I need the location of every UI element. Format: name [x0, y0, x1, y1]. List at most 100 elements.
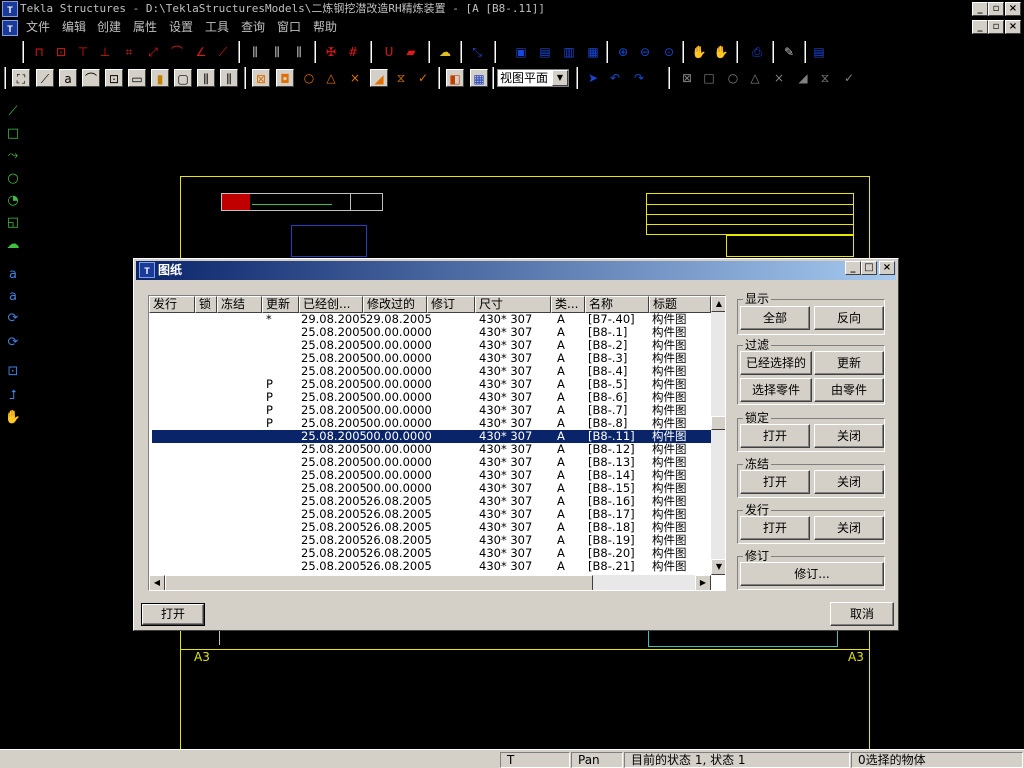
grey-snap-check-icon[interactable]: ✓	[840, 69, 858, 87]
doc-minimize-button[interactable]: _	[972, 20, 988, 34]
zoom-in-icon[interactable]: ⊕	[614, 43, 632, 61]
select-grid2-icon[interactable]: ⫼	[220, 69, 238, 87]
arc-tool-icon[interactable]: ⌒	[168, 43, 186, 61]
open-button[interactable]: 打开	[141, 603, 205, 626]
draw-cloud-icon[interactable]: ☁	[4, 236, 22, 254]
snap-hourglass-icon[interactable]: ⧖	[392, 69, 410, 87]
text-line-icon[interactable]: a	[4, 288, 22, 306]
snap-corner-icon[interactable]: ◢	[370, 69, 388, 87]
grey-snap-square-icon[interactable]: □	[700, 69, 718, 87]
lock-off-button[interactable]: 关闭	[814, 424, 884, 448]
dimension-v-icon[interactable]: ⊥	[96, 43, 114, 61]
line-tool-icon[interactable]: ⊓	[30, 43, 48, 61]
grid3-tool-icon[interactable]: ⫼	[290, 43, 308, 61]
zoom-out-icon[interactable]: ⊖	[636, 43, 654, 61]
display-all-button[interactable]: 全部	[740, 306, 810, 330]
dimension-h-icon[interactable]: ⊤	[74, 43, 92, 61]
draw-arc-icon[interactable]: ◔	[4, 192, 22, 210]
select-part-icon[interactable]: ▮	[151, 69, 169, 87]
view-plane-select[interactable]: 视图平面 ▼	[497, 69, 569, 87]
col-freeze[interactable]: 冻结	[217, 296, 262, 313]
minimize-button[interactable]: _	[972, 2, 988, 16]
table-row[interactable]: 25.08.2005 26.08.2005 430* 307 A [B8-.21] 构件图	[152, 560, 711, 573]
menu-properties[interactable]: 属性	[133, 18, 157, 37]
snap-point-icon[interactable]: ◘	[276, 69, 294, 87]
hand-tool-icon[interactable]: ✋	[4, 409, 22, 427]
scroll-down-arrow-icon[interactable]: ▼	[711, 559, 725, 575]
grid-tool-icon[interactable]: ⫼	[246, 43, 264, 61]
menu-tools[interactable]: 工具	[205, 18, 229, 37]
select-view-icon[interactable]: ▢	[174, 69, 192, 87]
polyline-tool-icon[interactable]: ⊡	[52, 43, 70, 61]
chevron-down-icon[interactable]: ▼	[552, 70, 568, 86]
snap-circle-icon[interactable]: ○	[300, 69, 318, 87]
redo-icon[interactable]: ↷	[630, 69, 648, 87]
pointer-icon[interactable]: ➤	[584, 69, 602, 87]
grey-snap-hourglass-icon[interactable]: ⧖	[816, 69, 834, 87]
grey-snap-cross-icon[interactable]: ⊠	[678, 69, 696, 87]
snap-cross-icon[interactable]: ⊠	[252, 69, 270, 87]
menu-help[interactable]: 帮助	[313, 18, 337, 37]
draw-line-icon[interactable]: ⟋	[4, 103, 22, 121]
snap-x-icon[interactable]: ×	[346, 69, 364, 87]
dialog-title-bar[interactable]: T 图纸	[136, 261, 896, 280]
freeze-on-button[interactable]: 打开	[740, 470, 810, 494]
col-created[interactable]: 已经创...	[299, 296, 363, 313]
pan2-icon[interactable]: ✋	[712, 43, 730, 61]
doc-close-button[interactable]: ×	[1005, 20, 1021, 34]
mark-grid-icon[interactable]: #	[344, 43, 362, 61]
drawing-table[interactable]: 发行 锁 冻结 更新 已经创... 修改过的 修订 尺寸 类... 名称 标题 …	[148, 295, 726, 591]
snap-triangle-icon[interactable]: △	[322, 69, 340, 87]
col-name[interactable]: 名称	[585, 296, 649, 313]
view-paste-icon[interactable]: ▥	[560, 43, 578, 61]
view-save-icon[interactable]: ▣	[512, 43, 530, 61]
revision-button[interactable]: 修订...	[740, 562, 884, 586]
dialog-close-button[interactable]: ×	[879, 261, 895, 275]
freeze-off-button[interactable]: 关闭	[814, 470, 884, 494]
select-line-icon[interactable]: ⟋	[36, 69, 54, 87]
horizontal-scrollbar[interactable]: ◀ ▶	[149, 575, 711, 590]
link-icon[interactable]: ⤡	[468, 43, 486, 61]
grey-snap-triangle-icon[interactable]: △	[746, 69, 764, 87]
grey-snap-circle-icon[interactable]: ○	[724, 69, 742, 87]
view-copy-icon[interactable]: ▤	[536, 43, 554, 61]
arrow-tool-icon[interactable]: ⮥	[4, 387, 22, 405]
report-icon[interactable]: ▤	[810, 43, 828, 61]
scroll-up-arrow-icon[interactable]: ▲	[711, 296, 725, 312]
display-invert-button[interactable]: 反向	[814, 306, 884, 330]
col-issue[interactable]: 发行	[149, 296, 195, 313]
col-revision[interactable]: 修订	[427, 296, 475, 313]
view-edit-icon[interactable]: ▦	[584, 43, 602, 61]
grey-snap-corner-icon[interactable]: ◢	[794, 69, 812, 87]
snap-grid-icon[interactable]: ▦	[470, 69, 488, 87]
dialog-maximize-button[interactable]: □	[861, 261, 877, 275]
col-lock[interactable]: 锁	[195, 296, 217, 313]
select-curve-icon[interactable]: ⌒	[82, 69, 100, 87]
window-title-bar[interactable]: T Tekla Structures - D:\TeklaStructuresM…	[0, 0, 1024, 18]
close-button[interactable]: ×	[1005, 2, 1021, 16]
scroll-thumb[interactable]	[711, 416, 725, 430]
col-size[interactable]: 尺寸	[475, 296, 551, 313]
angle2-tool-icon[interactable]: ⟋	[214, 43, 232, 61]
undo-icon[interactable]: ↶	[606, 69, 624, 87]
doc-restore-button[interactable]: ▫	[988, 20, 1004, 34]
cancel-button[interactable]: 取消	[830, 602, 894, 626]
scroll-left-arrow-icon[interactable]: ◀	[149, 575, 165, 590]
vertical-scrollbar[interactable]: ▲ ▼	[711, 296, 725, 575]
select-dim-icon[interactable]: ⊡	[105, 69, 123, 87]
snap-check-icon[interactable]: ✓	[414, 69, 432, 87]
zoom-window-icon[interactable]: ⊙	[660, 43, 678, 61]
issue-on-button[interactable]: 打开	[740, 516, 810, 540]
restore-button[interactable]: ▫	[988, 2, 1004, 16]
menu-create[interactable]: 创建	[97, 18, 121, 37]
symbol2-icon[interactable]: ⟳	[4, 334, 22, 352]
col-update[interactable]: 更新	[262, 296, 299, 313]
col-title[interactable]: 标题	[649, 296, 711, 313]
mark-tool-icon[interactable]: ✠	[322, 43, 340, 61]
hscroll-thumb[interactable]	[165, 575, 593, 590]
menu-query[interactable]: 查询	[241, 18, 265, 37]
magnet-icon[interactable]: U	[380, 43, 398, 61]
select-all-icon[interactable]: ⛶	[12, 69, 30, 87]
dimension-free-icon[interactable]: ⌗	[120, 43, 138, 61]
col-modified[interactable]: 修改过的	[363, 296, 427, 313]
